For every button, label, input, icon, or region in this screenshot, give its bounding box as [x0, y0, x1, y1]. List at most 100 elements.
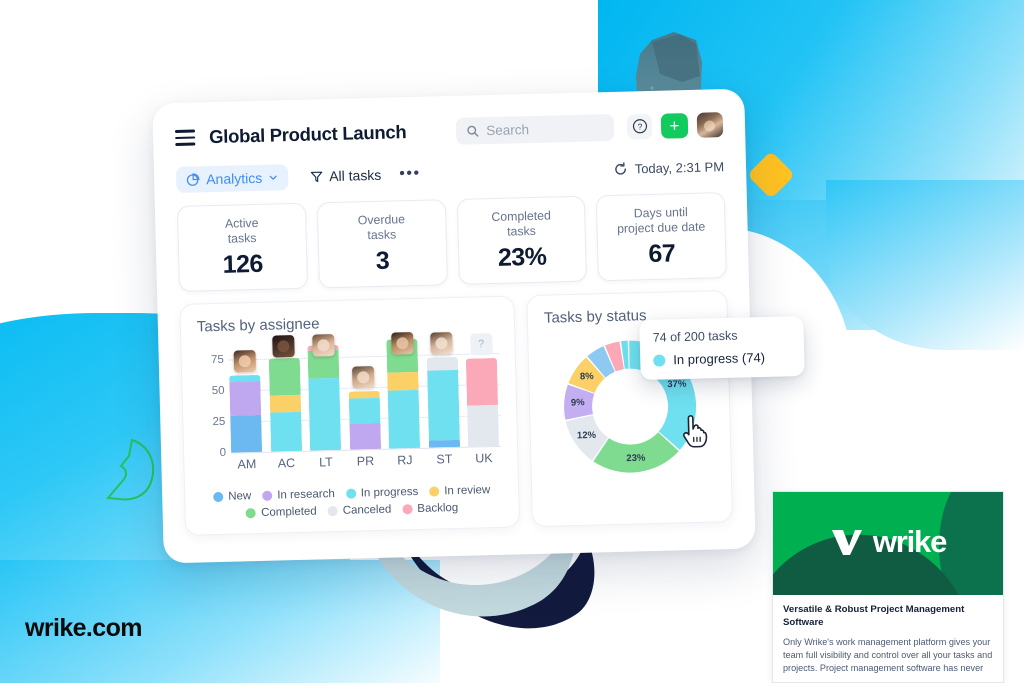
x-axis-label-rj: RJ: [397, 453, 413, 468]
y-axis-tick: 50: [211, 384, 225, 397]
filter-all-tasks[interactable]: All tasks: [310, 167, 382, 185]
bar-segment-new[interactable]: [428, 439, 460, 448]
legend-item-canceled[interactable]: Canceled: [327, 504, 391, 518]
analytics-pie-icon: [186, 173, 200, 186]
kpi-label: Active tasks: [225, 215, 259, 246]
chevron-down-icon: [269, 175, 277, 180]
kpi-card-active-tasks[interactable]: Active tasks 126: [176, 202, 308, 292]
bar-segment-in-progress[interactable]: [387, 389, 421, 449]
search-icon: [467, 125, 479, 137]
kpi-label-line1: Active: [224, 215, 259, 231]
more-options-button[interactable]: •••: [399, 165, 421, 183]
legend-dot: [213, 491, 224, 503]
bar-column-pr[interactable]: [347, 337, 381, 450]
bar-chart-x-axis: AM AC LT PR RJ ST UK: [231, 451, 499, 472]
tooltip-series-row: In progress (74): [653, 349, 791, 367]
bar-stack: [426, 357, 460, 448]
search-placeholder: Search: [486, 121, 530, 138]
tooltip-series-dot: [653, 353, 666, 367]
legend-item-in-progress[interactable]: In progress: [345, 486, 418, 500]
x-axis-label-st: ST: [436, 452, 453, 467]
bar-segment-backlog[interactable]: [465, 357, 499, 406]
legend-item-in-review[interactable]: In review: [429, 484, 490, 498]
svg-text:?: ?: [637, 122, 642, 132]
kpi-label-line2: tasks: [227, 230, 257, 246]
bar-segment-completed[interactable]: [268, 357, 301, 396]
bar-segment-new[interactable]: [230, 414, 263, 453]
donut-label-in-review: 8%: [579, 371, 594, 383]
x-axis-label-am: AM: [237, 457, 257, 472]
donut-percent-labels: 37% 23% 12% 9% 8%: [556, 371, 708, 490]
kpi-label-line2: project due date: [616, 219, 706, 236]
bar-column-st[interactable]: [426, 332, 460, 448]
assignee-avatar-?[interactable]: ?: [469, 332, 493, 356]
bar-segment-canceled[interactable]: [426, 357, 458, 371]
bar-column-lt[interactable]: [307, 334, 342, 451]
kpi-label-line2: tasks: [506, 223, 537, 239]
legend-item-new[interactable]: New: [213, 490, 251, 503]
search-input[interactable]: Search: [455, 113, 615, 145]
legend-label: In research: [277, 488, 335, 502]
kpi-card-completed-tasks[interactable]: Completed tasks 23%: [456, 195, 588, 285]
chart-title-assignee: Tasks by assignee: [196, 315, 320, 336]
app-header: Global Product Launch Search ? +: [174, 107, 724, 155]
chart-tooltip: 74 of 200 tasks In progress (74): [639, 315, 805, 381]
legend-item-backlog[interactable]: Backlog: [402, 502, 458, 515]
bar-stack: [268, 357, 302, 452]
assignee-avatar-am[interactable]: [233, 349, 256, 373]
hamburger-icon[interactable]: [174, 129, 196, 146]
bar-segment-in-progress[interactable]: [308, 377, 342, 451]
promo-title: Versatile & Robust Project Management So…: [783, 604, 965, 628]
bar-column-am[interactable]: [228, 340, 263, 453]
kpi-label-line1: Days until: [633, 204, 688, 220]
footer-wordmark: wrike.com: [25, 614, 142, 642]
avatar[interactable]: [696, 111, 724, 138]
refresh-status[interactable]: Today, 2:31 PM: [613, 158, 725, 177]
assignee-avatar-pr[interactable]: [352, 365, 375, 389]
bar-stack: [229, 374, 263, 453]
view-selector-label: Analytics: [206, 169, 263, 188]
refresh-timestamp: Today, 2:31 PM: [634, 158, 725, 176]
bar-segment-in-progress[interactable]: [269, 412, 302, 452]
bar-segment-in-research[interactable]: [348, 422, 381, 450]
kpi-card-overdue-tasks[interactable]: Overdue tasks 3: [316, 199, 448, 289]
add-button[interactable]: +: [660, 112, 689, 139]
legend-item-in-research[interactable]: In research: [262, 488, 335, 502]
bar-column-ac[interactable]: [268, 335, 302, 452]
bar-chart-y-axis: 0 25 50 75: [197, 341, 226, 458]
bar-column-rj[interactable]: [386, 332, 421, 449]
help-button[interactable]: ?: [626, 113, 653, 140]
view-selector-analytics[interactable]: Analytics: [175, 164, 289, 193]
legend-label: Completed: [261, 505, 317, 519]
bar-segment-in-progress[interactable]: [348, 397, 380, 424]
donut-label-completed: 23%: [626, 452, 646, 464]
donut-label-in-research: 9%: [570, 397, 585, 409]
bar-column-uk[interactable]: ?: [465, 332, 500, 447]
wrike-wordmark: wrike: [872, 524, 947, 559]
bar-stack: [465, 357, 500, 447]
bar-segment-in-review[interactable]: [387, 372, 419, 391]
bar-segment-in-progress[interactable]: [426, 369, 460, 441]
question-mark-icon: ?: [632, 119, 647, 134]
legend-dot: [246, 508, 257, 519]
bar-segment-in-research[interactable]: [229, 380, 262, 416]
assignee-avatar-st[interactable]: [430, 332, 453, 356]
legend-dot: [402, 504, 413, 515]
bar-segment-in-review[interactable]: [269, 394, 301, 414]
legend-item-completed[interactable]: Completed: [246, 506, 317, 520]
kpi-value: 126: [222, 249, 264, 279]
assignee-avatar-ac[interactable]: [272, 335, 295, 358]
donut-label-in-progress: 37%: [667, 378, 687, 391]
wrike-promo-card[interactable]: wrike Versatile & Robust Project Managem…: [772, 491, 1004, 683]
tooltip-headline: 74 of 200 tasks: [652, 328, 738, 345]
promo-body: Versatile & Robust Project Management So…: [773, 595, 1003, 675]
assignee-avatar-lt[interactable]: [311, 334, 335, 357]
panel-tasks-by-assignee: Tasks by assignee 0 25 50 75 ? AM AC LT PR RJ ST…: [179, 295, 521, 536]
bar-segment-canceled[interactable]: [467, 404, 500, 447]
assignee-avatar-rj[interactable]: [390, 332, 414, 355]
x-axis-label-pr: PR: [356, 454, 375, 469]
filter-label: All tasks: [328, 166, 382, 185]
kpi-card-days-until-due[interactable]: Days until project due date 67: [595, 192, 727, 282]
y-axis-tick: 75: [210, 353, 224, 366]
legend-row-top: New In research In progress In review: [201, 484, 502, 504]
